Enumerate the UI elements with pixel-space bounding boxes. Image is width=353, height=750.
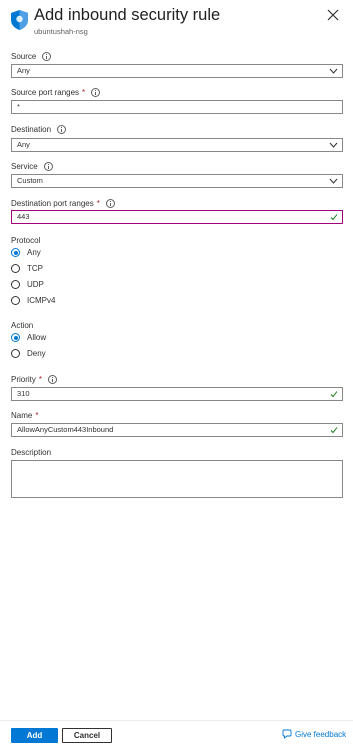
page-subtitle: ubuntushah-nsg (34, 27, 88, 36)
required-mark: * (82, 88, 86, 97)
shield-icon (11, 10, 28, 30)
action-label: Action (11, 321, 34, 330)
required-mark: * (96, 199, 100, 208)
checkmark-icon (330, 214, 338, 221)
chevron-down-icon (329, 142, 338, 148)
name-input[interactable]: AllowAnyCustom443Inbound (11, 423, 343, 437)
add-button[interactable]: Add (11, 728, 58, 743)
radio-button[interactable] (11, 349, 20, 358)
service-label: Service (11, 162, 53, 171)
radio-button[interactable] (11, 280, 20, 289)
radio-button[interactable] (11, 333, 20, 342)
priority-label: Priority * (11, 375, 58, 384)
source-port-ranges-label: Source port ranges * (11, 88, 101, 97)
radio-label: TCP (27, 264, 43, 273)
destination-port-ranges-input[interactable]: 443 (11, 210, 343, 224)
required-mark: * (35, 411, 39, 420)
feedback-icon (282, 729, 292, 739)
protocol-option-tcp[interactable]: TCP (11, 264, 43, 273)
radio-button[interactable] (11, 248, 20, 257)
radio-button[interactable] (11, 264, 20, 273)
info-icon[interactable] (43, 162, 53, 171)
protocol-option-any[interactable]: Any (11, 248, 41, 257)
priority-input[interactable]: 310 (11, 387, 343, 401)
required-mark: * (38, 375, 43, 384)
destination-label: Destination (11, 125, 67, 134)
info-icon[interactable] (48, 375, 58, 384)
info-icon[interactable] (105, 199, 115, 208)
source-port-ranges-input[interactable]: * (11, 100, 343, 114)
cancel-button[interactable]: Cancel (62, 728, 112, 743)
footer-divider (0, 720, 353, 721)
action-option-allow[interactable]: Allow (11, 333, 46, 342)
close-icon[interactable] (327, 9, 339, 21)
destination-port-ranges-label: Destination port ranges * (11, 199, 115, 208)
destination-value: Any (17, 140, 30, 149)
radio-label: Deny (27, 349, 46, 358)
priority-value: 310 (17, 389, 30, 398)
description-label: Description (11, 448, 52, 457)
info-icon[interactable] (42, 52, 52, 61)
description-textarea[interactable] (11, 460, 343, 498)
radio-label: UDP (27, 280, 44, 289)
panel-header: Add inbound security rule ubuntushah-nsg (11, 6, 345, 36)
service-dropdown[interactable]: Custom (11, 174, 343, 188)
info-icon[interactable] (57, 125, 67, 134)
checkmark-icon (330, 391, 338, 398)
radio-label: Any (27, 248, 41, 257)
chevron-down-icon (329, 68, 338, 74)
destination-dropdown[interactable]: Any (11, 138, 343, 152)
info-icon[interactable] (91, 88, 101, 97)
source-label: Source (11, 52, 52, 61)
destination-port-ranges-value: 443 (17, 212, 30, 221)
protocol-option-udp[interactable]: UDP (11, 280, 44, 289)
source-dropdown[interactable]: Any (11, 64, 343, 78)
checkmark-icon (330, 427, 338, 434)
action-option-deny[interactable]: Deny (11, 349, 46, 358)
protocol-option-icmpv4[interactable]: ICMPv4 (11, 296, 55, 305)
name-value: AllowAnyCustom443Inbound (17, 425, 114, 434)
service-value: Custom (17, 176, 43, 185)
page-title: Add inbound security rule (34, 6, 221, 24)
source-value: Any (17, 66, 30, 75)
give-feedback-link[interactable]: Give feedback (282, 729, 346, 739)
chevron-down-icon (329, 178, 338, 184)
protocol-label: Protocol (11, 236, 41, 245)
radio-label: ICMPv4 (27, 296, 56, 305)
source-port-ranges-value: * (17, 102, 20, 111)
radio-label: Allow (27, 333, 47, 342)
give-feedback-label: Give feedback (295, 729, 347, 739)
radio-button[interactable] (11, 296, 20, 305)
name-label: Name * (11, 411, 39, 420)
